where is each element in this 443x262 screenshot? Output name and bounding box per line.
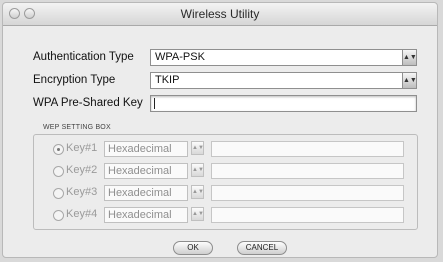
key3-radio[interactable] [53,188,64,199]
encryption-type-label: Encryption Type [33,74,116,86]
dropdown-arrow-icon[interactable]: ▲▼ [402,50,417,65]
authentication-type-value: WPA-PSK [155,51,205,63]
wpa-psk-input[interactable] [150,95,417,112]
encryption-type-value: TKIP [155,74,180,86]
wep-setting-box-title: WEP SETTING BOX [43,124,111,131]
key4-radio[interactable] [53,210,64,221]
key2-format-select[interactable]: Hexadecimal [104,163,188,179]
key2-format-value: Hexadecimal [108,165,172,177]
key1-label: Key#1 [66,142,98,154]
authentication-type-select[interactable]: WPA-PSK ▲▼ [150,49,417,66]
key4-format-value: Hexadecimal [108,209,172,221]
key4-label: Key#4 [66,208,98,220]
dropdown-arrow-icon[interactable]: ▲▼ [191,185,204,199]
key1-radio[interactable] [53,144,64,155]
key3-format-select[interactable]: Hexadecimal [104,185,188,201]
key1-format-value: Hexadecimal [108,143,172,155]
key2-label: Key#2 [66,164,98,176]
key4-input[interactable] [211,207,404,223]
ok-button[interactable]: OK [173,241,213,255]
text-caret [154,98,155,109]
key2-radio[interactable] [53,166,64,177]
wireless-utility-window: Wireless Utility Authentication Type WPA… [2,2,438,258]
key3-label: Key#3 [66,186,98,198]
dropdown-arrow-icon[interactable]: ▲▼ [191,141,204,155]
key1-format-select[interactable]: Hexadecimal [104,141,188,157]
dropdown-arrow-icon[interactable]: ▲▼ [191,207,204,221]
window-title: Wireless Utility [180,7,260,21]
dropdown-arrow-icon[interactable]: ▲▼ [191,163,204,177]
titlebar: Wireless Utility [3,3,437,26]
key4-format-select[interactable]: Hexadecimal [104,207,188,223]
wpa-psk-label: WPA Pre-Shared Key [33,97,143,109]
key2-input[interactable] [211,163,404,179]
authentication-type-label: Authentication Type [33,51,134,63]
cancel-button[interactable]: CANCEL [237,241,287,255]
key3-input[interactable] [211,185,404,201]
key3-format-value: Hexadecimal [108,187,172,199]
dropdown-arrow-icon[interactable]: ▲▼ [402,73,417,88]
key1-input[interactable] [211,141,404,157]
encryption-type-select[interactable]: TKIP ▲▼ [150,72,417,89]
